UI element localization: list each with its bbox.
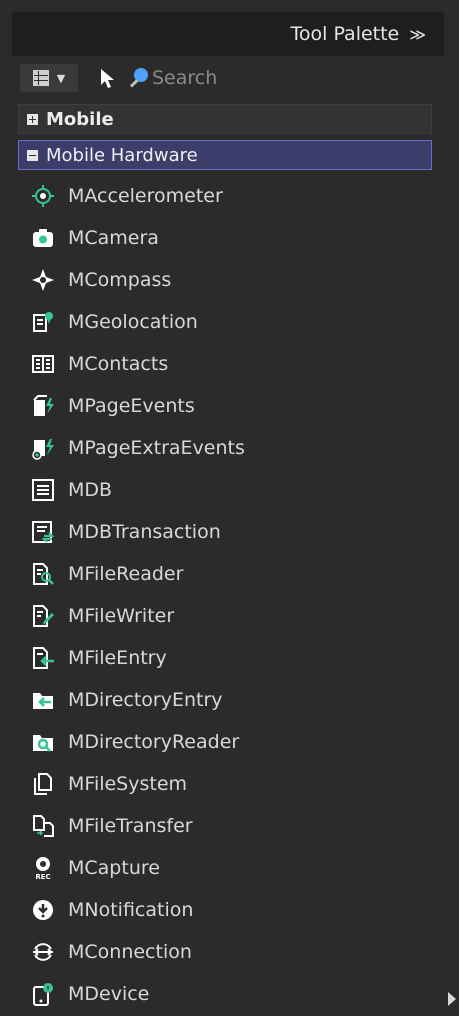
scroll-right-arrow-icon[interactable] bbox=[448, 992, 456, 1006]
palette-item-mdevice[interactable]: MDevice bbox=[30, 978, 149, 1010]
item-label: MContacts bbox=[68, 353, 169, 375]
file-entry-icon bbox=[30, 645, 56, 671]
palette-item-mfiletransfer[interactable]: MFileTransfer bbox=[30, 810, 193, 842]
geolocation-icon bbox=[30, 309, 56, 335]
palette-item-mcontacts[interactable]: MContacts bbox=[30, 348, 168, 380]
palette-item-mdirectoryentry[interactable]: MDirectoryEntry bbox=[30, 684, 223, 716]
category-mobile[interactable]: Mobile bbox=[18, 104, 432, 134]
item-label: MFileReader bbox=[68, 563, 184, 585]
item-label: MFileSystem bbox=[68, 773, 188, 795]
palette-item-mpageextraevents[interactable]: MPageExtraEvents bbox=[30, 432, 245, 464]
item-label: MPageExtraEvents bbox=[68, 437, 245, 459]
palette-item-mfilesystem[interactable]: MFileSystem bbox=[30, 768, 187, 800]
file-writer-icon bbox=[30, 603, 56, 629]
capture-icon: REC bbox=[30, 855, 56, 881]
compass-icon bbox=[30, 267, 56, 293]
item-label: MDirectoryReader bbox=[68, 731, 240, 753]
collapse-chevron-icon[interactable]: ≫ bbox=[409, 25, 426, 44]
palette-item-mdb[interactable]: MDB bbox=[30, 474, 112, 506]
file-system-icon bbox=[30, 771, 56, 797]
item-label: MDirectoryEntry bbox=[68, 689, 223, 711]
palette-header: Tool Palette ≫ bbox=[12, 12, 444, 56]
view-mode-dropdown[interactable]: ▼ bbox=[20, 64, 78, 92]
notification-icon bbox=[30, 897, 56, 923]
db-transaction-icon bbox=[30, 519, 56, 545]
item-label: MCamera bbox=[68, 227, 159, 249]
palette-item-mdbtransaction[interactable]: MDBTransaction bbox=[30, 516, 221, 548]
svg-text:REC: REC bbox=[35, 873, 50, 880]
search-box[interactable]: Search bbox=[128, 67, 217, 89]
palette-title: Tool Palette bbox=[290, 23, 400, 45]
connection-icon bbox=[30, 939, 56, 965]
palette-item-mcompass[interactable]: MCompass bbox=[30, 264, 171, 296]
camera-icon bbox=[30, 225, 56, 251]
page-events-icon bbox=[30, 393, 56, 419]
palette-item-mconnection[interactable]: MConnection bbox=[30, 936, 192, 968]
item-label: MCapture bbox=[68, 857, 160, 879]
database-icon bbox=[30, 477, 56, 503]
category-label: Mobile bbox=[46, 108, 114, 130]
palette-item-mdirectoryreader[interactable]: MDirectoryReader bbox=[30, 726, 239, 758]
file-reader-icon bbox=[30, 561, 56, 587]
page-extra-events-icon bbox=[30, 435, 56, 461]
palette-item-maccelerometer[interactable]: MAccelerometer bbox=[30, 180, 223, 212]
search-input[interactable]: Search bbox=[152, 67, 217, 89]
file-transfer-icon bbox=[30, 813, 56, 839]
device-icon bbox=[30, 981, 56, 1007]
palette-item-mgeolocation[interactable]: MGeolocation bbox=[30, 306, 198, 338]
item-label: MDevice bbox=[68, 983, 150, 1005]
palette-item-mcamera[interactable]: MCamera bbox=[30, 222, 159, 254]
search-icon bbox=[128, 67, 148, 89]
item-label: MCompass bbox=[68, 269, 172, 291]
palette-item-mfileentry[interactable]: MFileEntry bbox=[30, 642, 167, 674]
contacts-icon bbox=[30, 351, 56, 377]
item-label: MConnection bbox=[68, 941, 192, 963]
item-label: MAccelerometer bbox=[68, 185, 223, 207]
pointer-icon bbox=[101, 69, 114, 88]
palette-item-mnotification[interactable]: MNotification bbox=[30, 894, 193, 926]
item-label: MFileWriter bbox=[68, 605, 175, 627]
category-mobile-hardware[interactable]: Mobile Hardware bbox=[18, 140, 432, 170]
item-label: MDB bbox=[68, 479, 113, 501]
palette-item-mpageevents[interactable]: MPageEvents bbox=[30, 390, 195, 422]
grid-view-icon bbox=[32, 70, 49, 86]
item-label: MFileEntry bbox=[68, 647, 167, 669]
palette-toolbar: ▼ Search bbox=[12, 60, 444, 96]
collapse-minus-icon[interactable] bbox=[27, 149, 38, 161]
palette-item-mfilereader[interactable]: MFileReader bbox=[30, 558, 183, 590]
caret-down-icon: ▼ bbox=[56, 71, 66, 85]
item-label: MDBTransaction bbox=[68, 521, 221, 543]
accelerometer-icon bbox=[30, 183, 56, 209]
category-label: Mobile Hardware bbox=[46, 144, 198, 166]
directory-reader-icon bbox=[30, 729, 56, 755]
item-label: MNotification bbox=[68, 899, 194, 921]
directory-entry-icon bbox=[30, 687, 56, 713]
item-label: MFileTransfer bbox=[68, 815, 193, 837]
palette-item-mfilewriter[interactable]: MFileWriter bbox=[30, 600, 174, 632]
palette-item-mcapture[interactable]: REC MCapture bbox=[30, 852, 160, 884]
item-label: MGeolocation bbox=[68, 311, 198, 333]
pointer-button[interactable] bbox=[92, 64, 122, 92]
item-label: MPageEvents bbox=[68, 395, 195, 417]
expand-plus-icon[interactable] bbox=[27, 113, 38, 125]
